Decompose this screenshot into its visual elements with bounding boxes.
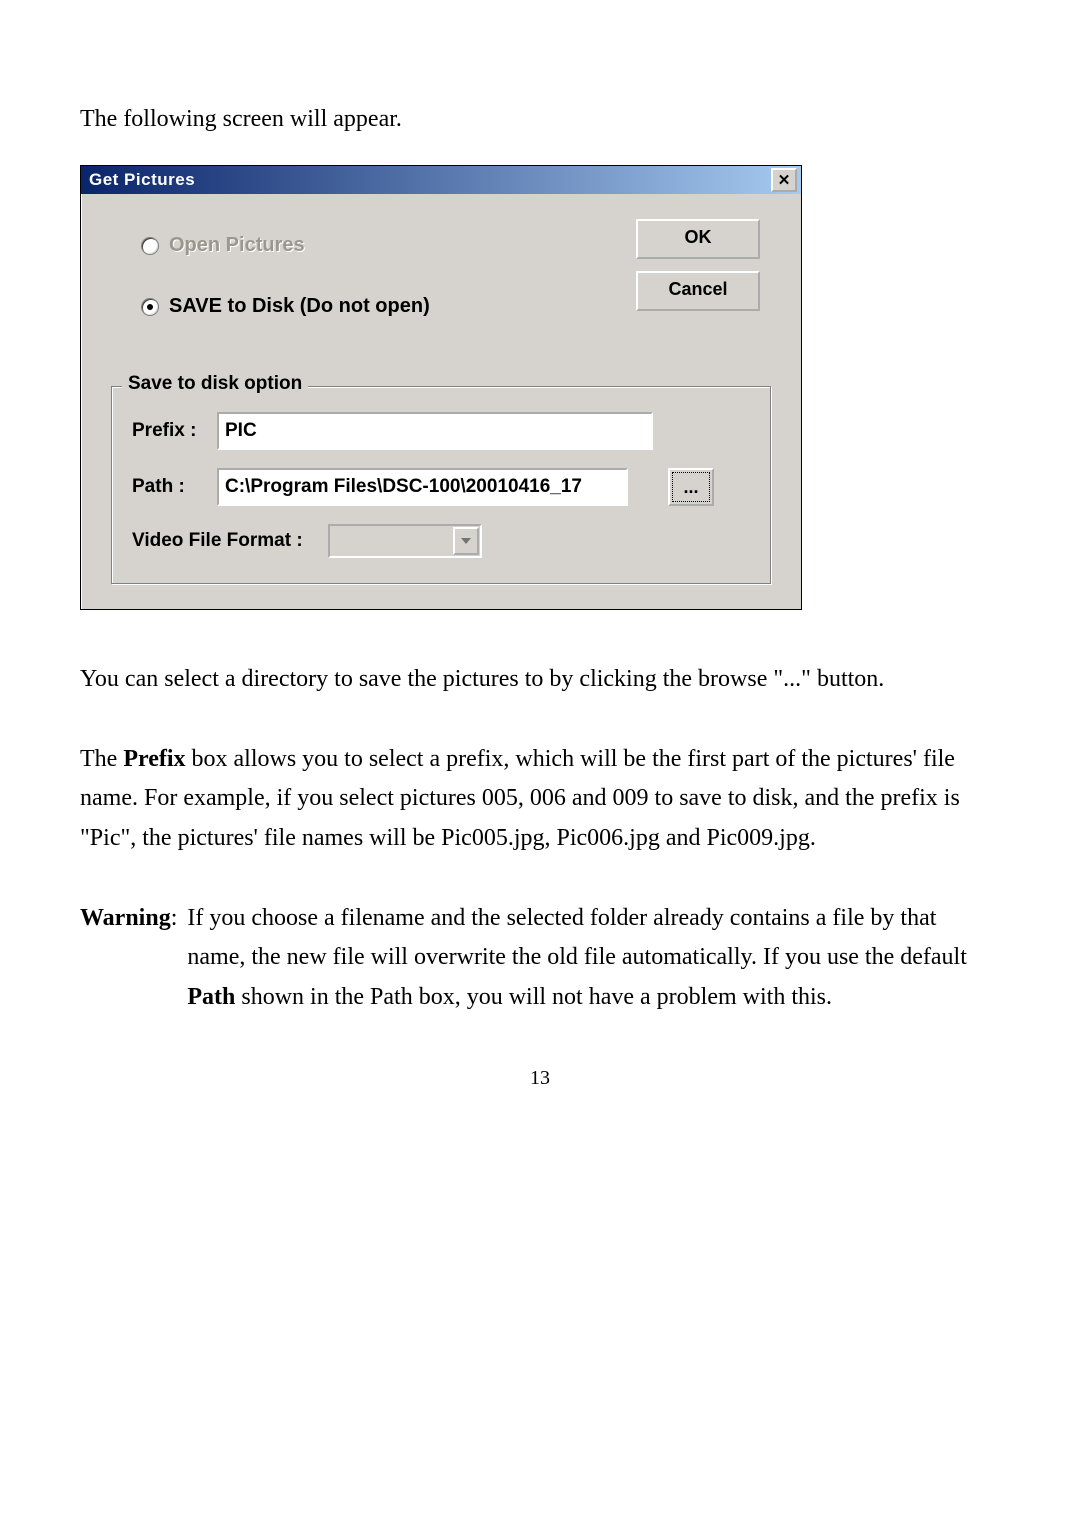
groupbox-legend: Save to disk option — [122, 373, 308, 395]
text-bold: Prefix — [123, 746, 185, 772]
path-label: Path : — [132, 476, 217, 498]
prefix-input[interactable]: PIC — [217, 412, 653, 450]
radio-icon — [141, 298, 159, 316]
radio-open-pictures[interactable]: Open Pictures — [141, 234, 636, 257]
radio-icon — [141, 237, 159, 255]
close-icon: ✕ — [778, 173, 791, 188]
save-to-disk-groupbox: Save to disk option Prefix : PIC Path : … — [111, 386, 771, 584]
dialog-titlebar: Get Pictures ✕ — [81, 166, 801, 194]
radio-save-label: SAVE to Disk (Do not open) — [169, 295, 430, 318]
ok-button[interactable]: OK — [636, 219, 760, 259]
text: box allows you to select a prefix, which… — [80, 746, 960, 851]
video-file-format-combo[interactable] — [328, 524, 482, 558]
paragraph-browse: You can select a directory to save the p… — [80, 660, 1000, 700]
intro-text: The following screen will appear. — [80, 104, 1000, 135]
chevron-down-icon — [453, 527, 479, 555]
get-pictures-dialog: Get Pictures ✕ Open Pictures SAVE to Dis… — [80, 165, 802, 610]
text: : — [171, 905, 178, 931]
prefix-row: Prefix : PIC — [132, 412, 750, 450]
radio-save-to-disk[interactable]: SAVE to Disk (Do not open) — [141, 295, 636, 318]
text: The — [80, 746, 123, 772]
text-bold: Path — [187, 984, 235, 1010]
warning-label: Warning — [80, 905, 171, 931]
prefix-label: Prefix : — [132, 420, 217, 442]
path-row: Path : C:\Program Files\DSC-100\20010416… — [132, 468, 750, 506]
paragraph-prefix: The Prefix box allows you to select a pr… — [80, 740, 1000, 859]
dialog-title: Get Pictures — [89, 170, 195, 190]
video-file-format-label: Video File Format : — [132, 530, 303, 552]
page-number: 13 — [80, 1067, 1000, 1090]
browse-button[interactable]: ... — [668, 468, 714, 506]
close-button[interactable]: ✕ — [771, 168, 797, 192]
path-input[interactable]: C:\Program Files\DSC-100\20010416_17 — [217, 468, 628, 506]
dialog-body: Open Pictures SAVE to Disk (Do not open)… — [81, 194, 801, 609]
text: shown in the Path box, you will not have… — [235, 984, 832, 1010]
warning-paragraph: Warning: If you choose a filename and th… — [80, 899, 1000, 1018]
video-file-format-row: Video File Format : — [132, 524, 750, 558]
radio-open-label: Open Pictures — [169, 234, 305, 257]
cancel-button[interactable]: Cancel — [636, 271, 760, 311]
text: If you choose a filename and the selecte… — [187, 905, 967, 971]
